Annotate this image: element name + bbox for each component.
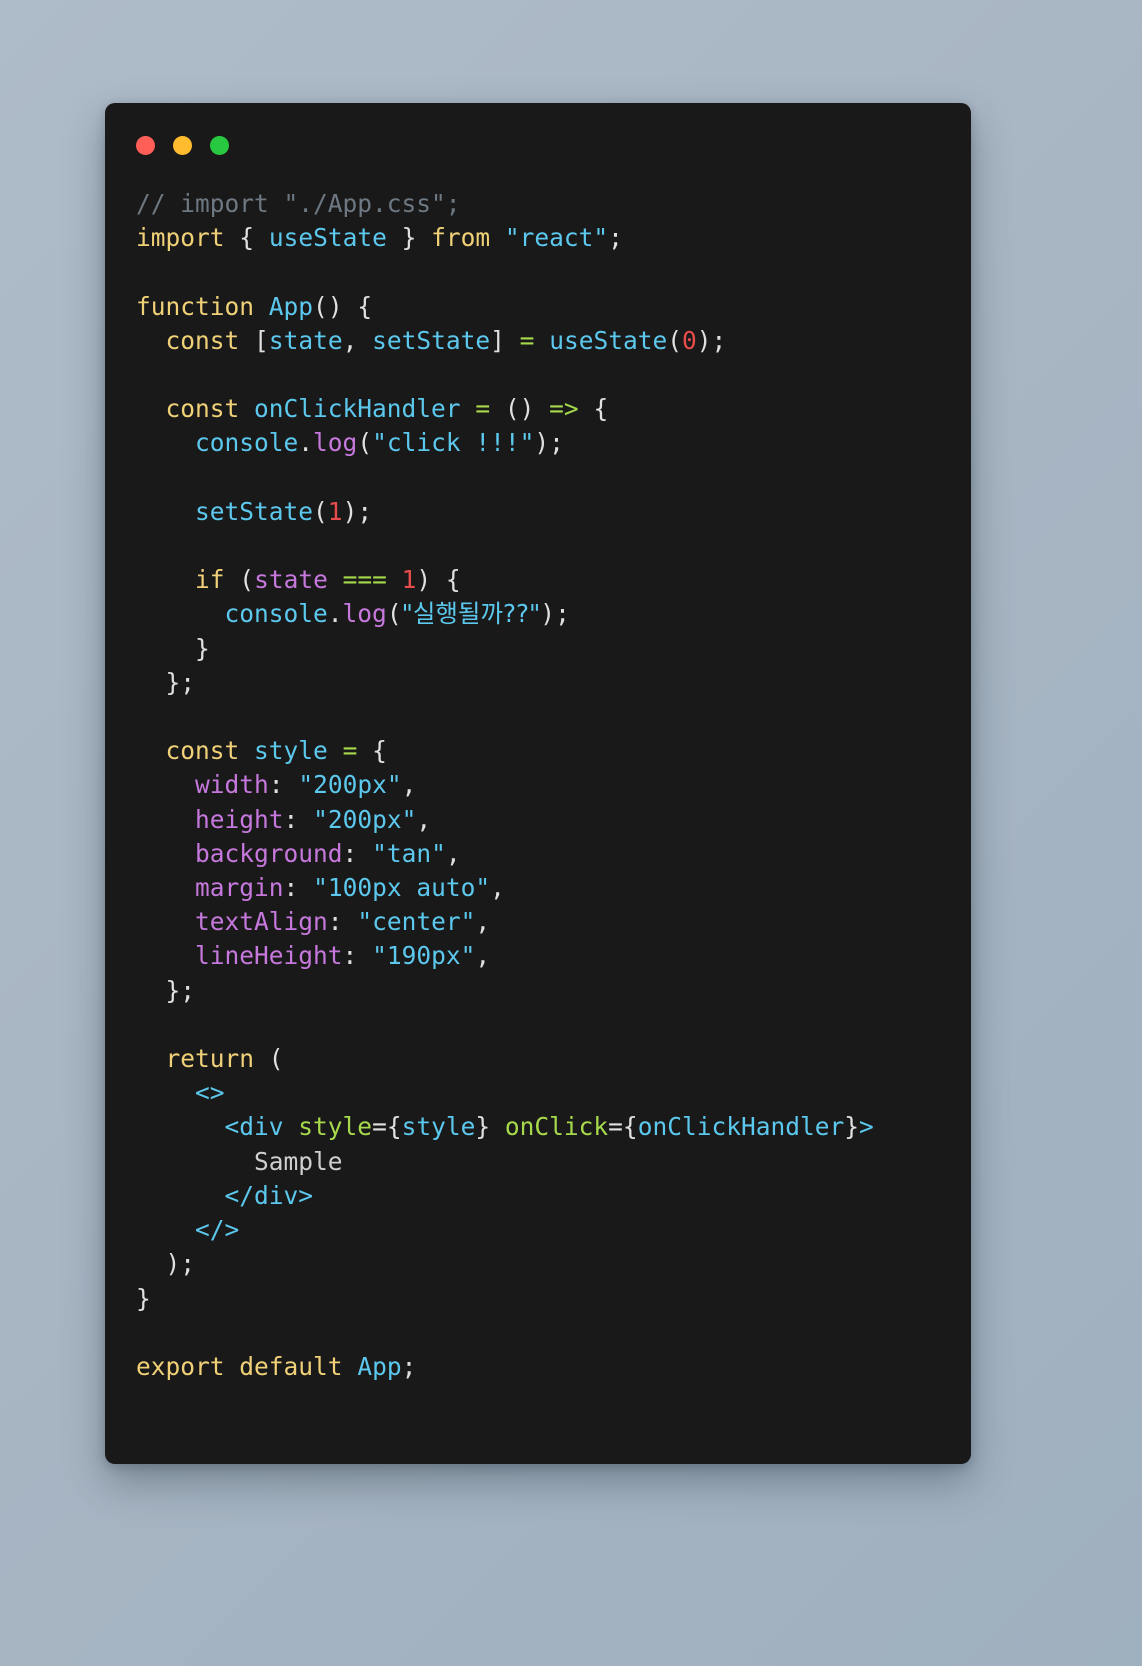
window-titlebar	[105, 103, 971, 187]
code-content-area: // import "./App.css"; import { useState…	[105, 187, 971, 1384]
code-snippet-window: // import "./App.css"; import { useState…	[105, 103, 971, 1464]
maximize-button-icon[interactable]	[210, 135, 229, 155]
screenshot-stage: // import "./App.css"; import { useState…	[0, 0, 1142, 1666]
close-button-icon[interactable]	[136, 135, 155, 155]
minimize-button-icon[interactable]	[173, 135, 192, 155]
source-code-block: // import "./App.css"; import { useState…	[136, 189, 874, 1381]
